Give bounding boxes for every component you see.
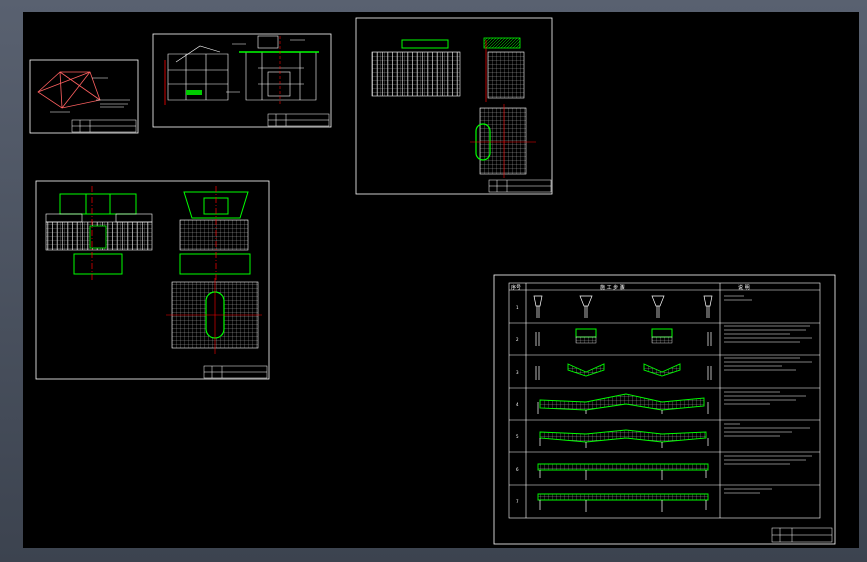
row-number: 7 <box>516 499 519 504</box>
row-number: 6 <box>516 467 519 472</box>
row-number: 3 <box>516 370 519 375</box>
formwork-grid-b <box>487 51 525 99</box>
step-4-notes <box>724 391 806 405</box>
cantilever-right <box>115 213 153 223</box>
step-6-diagram <box>537 463 709 480</box>
drawing-sheet-4[interactable] <box>35 180 270 380</box>
cap-section <box>483 37 521 49</box>
step-6-notes <box>724 455 812 465</box>
construction-steps-sheet[interactable]: 序号 施 工 步 骤 说 明 1 2 3 4 5 6 7 <box>493 274 836 545</box>
col-header-notes: 说 明 <box>738 284 750 291</box>
drawing-sheet-3[interactable] <box>355 17 553 195</box>
sheet-4-border <box>35 180 270 380</box>
row-number: 2 <box>516 337 519 342</box>
row-number: 5 <box>516 434 519 439</box>
step-2-notes <box>724 325 812 343</box>
sheet-1-border <box>29 59 139 134</box>
title-block-4 <box>203 365 268 379</box>
title-block-5 <box>771 527 833 543</box>
step-3-notes <box>724 357 812 371</box>
row-number: 1 <box>516 305 519 310</box>
drawing-sheet-2[interactable] <box>152 33 332 128</box>
bracket-section <box>179 219 249 251</box>
drawing-sheet-1[interactable] <box>29 59 139 134</box>
footing-b <box>179 253 251 275</box>
step-3-diagram <box>535 363 712 380</box>
step-2-diagram <box>535 328 712 346</box>
formwork-verticals-a <box>372 52 460 96</box>
step-1-diagram <box>533 295 713 318</box>
section-view <box>245 35 317 101</box>
cad-model-space[interactable]: 序号 施 工 步 骤 说 明 1 2 3 4 5 6 7 <box>0 0 867 562</box>
step-5-diagram <box>539 429 709 448</box>
title-block-3 <box>488 179 552 193</box>
green-member <box>186 90 202 95</box>
footing-a <box>73 253 123 275</box>
sheet-2-border <box>152 33 332 128</box>
row-number: 4 <box>516 402 519 407</box>
box-girder-elevation <box>59 193 137 215</box>
truss-diagram <box>37 71 101 109</box>
step-5-notes <box>724 423 810 437</box>
cantilever-left <box>45 213 83 223</box>
step-7-notes <box>724 488 772 494</box>
col-header-steps: 施 工 步 骤 <box>600 284 625 291</box>
col-header-no: 序号 <box>511 284 521 291</box>
title-block-1 <box>71 119 137 133</box>
plan-grid <box>479 107 527 175</box>
step-4-diagram <box>537 393 709 414</box>
title-block-2 <box>267 113 330 127</box>
pier-column <box>89 225 107 249</box>
cap-beam <box>401 39 449 49</box>
step-7-diagram <box>537 493 709 512</box>
step-1-notes <box>724 295 752 301</box>
